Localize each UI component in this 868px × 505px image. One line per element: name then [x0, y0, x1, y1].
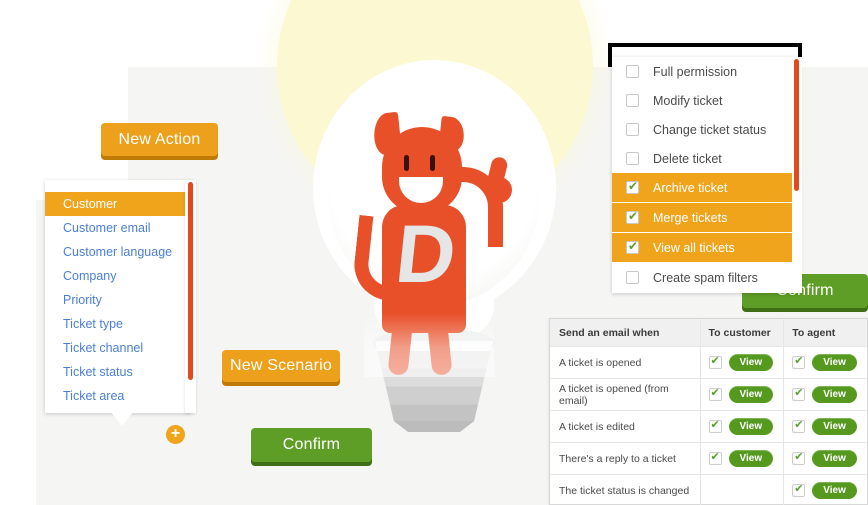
permission-row[interactable]: Modify ticket [612, 86, 800, 115]
background-white-left-strip [0, 200, 36, 505]
field-dropdown-item[interactable]: Customer language [45, 240, 191, 264]
permission-label: Create spam filters [653, 270, 758, 285]
cell-event-label: There's a reply to a ticket [559, 452, 676, 465]
permission-label: Modify ticket [653, 93, 723, 108]
permission-label: Change ticket status [653, 122, 767, 137]
field-dropdown[interactable]: Customer Customer email Customer language C… [45, 180, 196, 413]
checkbox-checked-icon[interactable] [792, 482, 806, 497]
checkbox-unchecked-icon[interactable] [626, 65, 639, 78]
new-action-button[interactable]: New Action [101, 123, 218, 156]
checkbox-checked-icon[interactable] [792, 418, 806, 433]
field-dropdown-scrollbar[interactable] [185, 180, 196, 413]
view-button[interactable]: View [728, 354, 774, 371]
permission-label: Full permission [653, 64, 738, 79]
view-button[interactable]: View [728, 386, 774, 403]
view-button[interactable]: View [812, 386, 857, 403]
view-button[interactable]: View [728, 418, 774, 435]
field-dropdown-item[interactable]: Priority [45, 288, 191, 312]
checkbox-unchecked-icon[interactable] [626, 152, 639, 165]
cell-customer-actions: View [699, 347, 784, 378]
mascot-fade-overlay [364, 313, 494, 377]
permissions-panel[interactable]: Full permission Modify ticket Change ticke… [612, 57, 802, 293]
permissions-scrollbar[interactable] [792, 57, 802, 293]
checkbox-checked-icon[interactable] [792, 450, 806, 465]
view-button[interactable]: View [812, 418, 857, 435]
checkbox-checked-icon[interactable] [708, 354, 722, 369]
permission-row[interactable]: Delete ticket [612, 144, 800, 173]
permission-label: Delete ticket [653, 151, 722, 166]
permission-row[interactable]: View all tickets [612, 233, 800, 262]
cell-agent-actions: View [783, 475, 867, 505]
table-row: There's a reply to a ticket View View [550, 443, 867, 475]
field-dropdown-item[interactable]: Ticket status [45, 360, 191, 384]
permission-row[interactable]: Full permission [612, 57, 800, 86]
checkbox-checked-icon[interactable] [708, 418, 722, 433]
view-button[interactable]: View [728, 450, 774, 467]
mascot-eye-right [430, 155, 435, 171]
table-body: A ticket is openedViewViewA ticket is op… [550, 347, 867, 505]
mascot-left-arm [350, 214, 404, 302]
background-white-notch [0, 185, 36, 207]
checkbox-checked-icon[interactable] [792, 386, 806, 401]
column-header-event: Send an email when [559, 326, 660, 339]
cell-customer-actions [699, 475, 784, 505]
field-dropdown-item[interactable]: Ticket channel [45, 336, 191, 360]
checkbox-unchecked-icon[interactable] [626, 271, 639, 284]
screenshot-stage: D New Action New Scenario Confirm Confir… [0, 0, 868, 505]
checkbox-checked-icon[interactable] [626, 209, 639, 224]
column-header-to-agent: To agent [783, 319, 867, 346]
column-header-to-customer: To customer [699, 319, 784, 346]
cell-event-label: A ticket is edited [559, 420, 635, 433]
background-white-top-left [0, 0, 128, 200]
field-dropdown-item[interactable]: Customer email [45, 216, 191, 240]
view-button[interactable]: View [812, 450, 857, 467]
table-row: A ticket is opened (from email) View View [550, 379, 867, 411]
field-dropdown-item[interactable]: Ticket area [45, 384, 191, 408]
table-header-row: Send an email when To customer To agent [550, 319, 867, 347]
permission-row[interactable]: Merge tickets [612, 203, 800, 232]
permission-row[interactable]: Archive ticket [612, 173, 800, 202]
cell-event-label: The ticket status is changed [559, 484, 690, 497]
checkbox-checked-icon[interactable] [626, 179, 639, 194]
mascot-character: D [350, 111, 532, 377]
cell-customer-actions: View [699, 443, 784, 474]
checkbox-checked-icon[interactable] [708, 450, 722, 465]
table-row: The ticket status is changed View [550, 475, 867, 505]
cell-agent-actions: View [783, 347, 867, 378]
checkbox-checked-icon[interactable] [708, 386, 722, 401]
permission-row[interactable]: Change ticket status [612, 115, 800, 144]
cell-event-label: A ticket is opened (from email) [559, 382, 669, 407]
cell-event-label: A ticket is opened [559, 356, 642, 369]
cell-customer-actions: View [699, 411, 784, 442]
add-icon[interactable]: + [166, 425, 185, 444]
confirm-button-left[interactable]: Confirm [251, 428, 372, 462]
table-row: A ticket is opened View View [550, 347, 867, 379]
table-row: A ticket is edited View View [550, 411, 867, 443]
view-button[interactable]: View [812, 354, 857, 371]
field-dropdown-item[interactable]: Customer [45, 192, 191, 216]
checkbox-checked-icon[interactable] [792, 354, 806, 369]
new-scenario-button[interactable]: New Scenario [222, 350, 340, 382]
permission-label: Archive ticket [653, 180, 728, 195]
field-dropdown-item[interactable]: Ticket type [45, 312, 191, 336]
permissions-list[interactable]: Full permission Modify ticket Change ticke… [612, 57, 800, 292]
cell-customer-actions: View [699, 379, 784, 410]
mascot-eye-left [404, 155, 409, 171]
permission-row[interactable]: Create spam filters [612, 263, 800, 292]
field-dropdown-scroll-thumb[interactable] [188, 182, 193, 380]
email-notification-table: Send an email when To customer To agent … [549, 318, 868, 505]
field-dropdown-item[interactable]: Company [45, 264, 191, 288]
view-button[interactable]: View [812, 482, 857, 499]
field-dropdown-list[interactable]: Customer Customer email Customer language C… [45, 192, 191, 408]
cell-agent-actions: View [783, 443, 867, 474]
permission-label: View all tickets [653, 240, 735, 255]
cell-agent-actions: View [783, 411, 867, 442]
cell-agent-actions: View [783, 379, 867, 410]
checkbox-unchecked-icon[interactable] [626, 94, 639, 107]
permissions-scroll-thumb[interactable] [794, 59, 799, 191]
checkbox-unchecked-icon[interactable] [626, 123, 639, 136]
checkbox-checked-icon[interactable] [626, 239, 639, 254]
permission-label: Merge tickets [653, 210, 728, 225]
